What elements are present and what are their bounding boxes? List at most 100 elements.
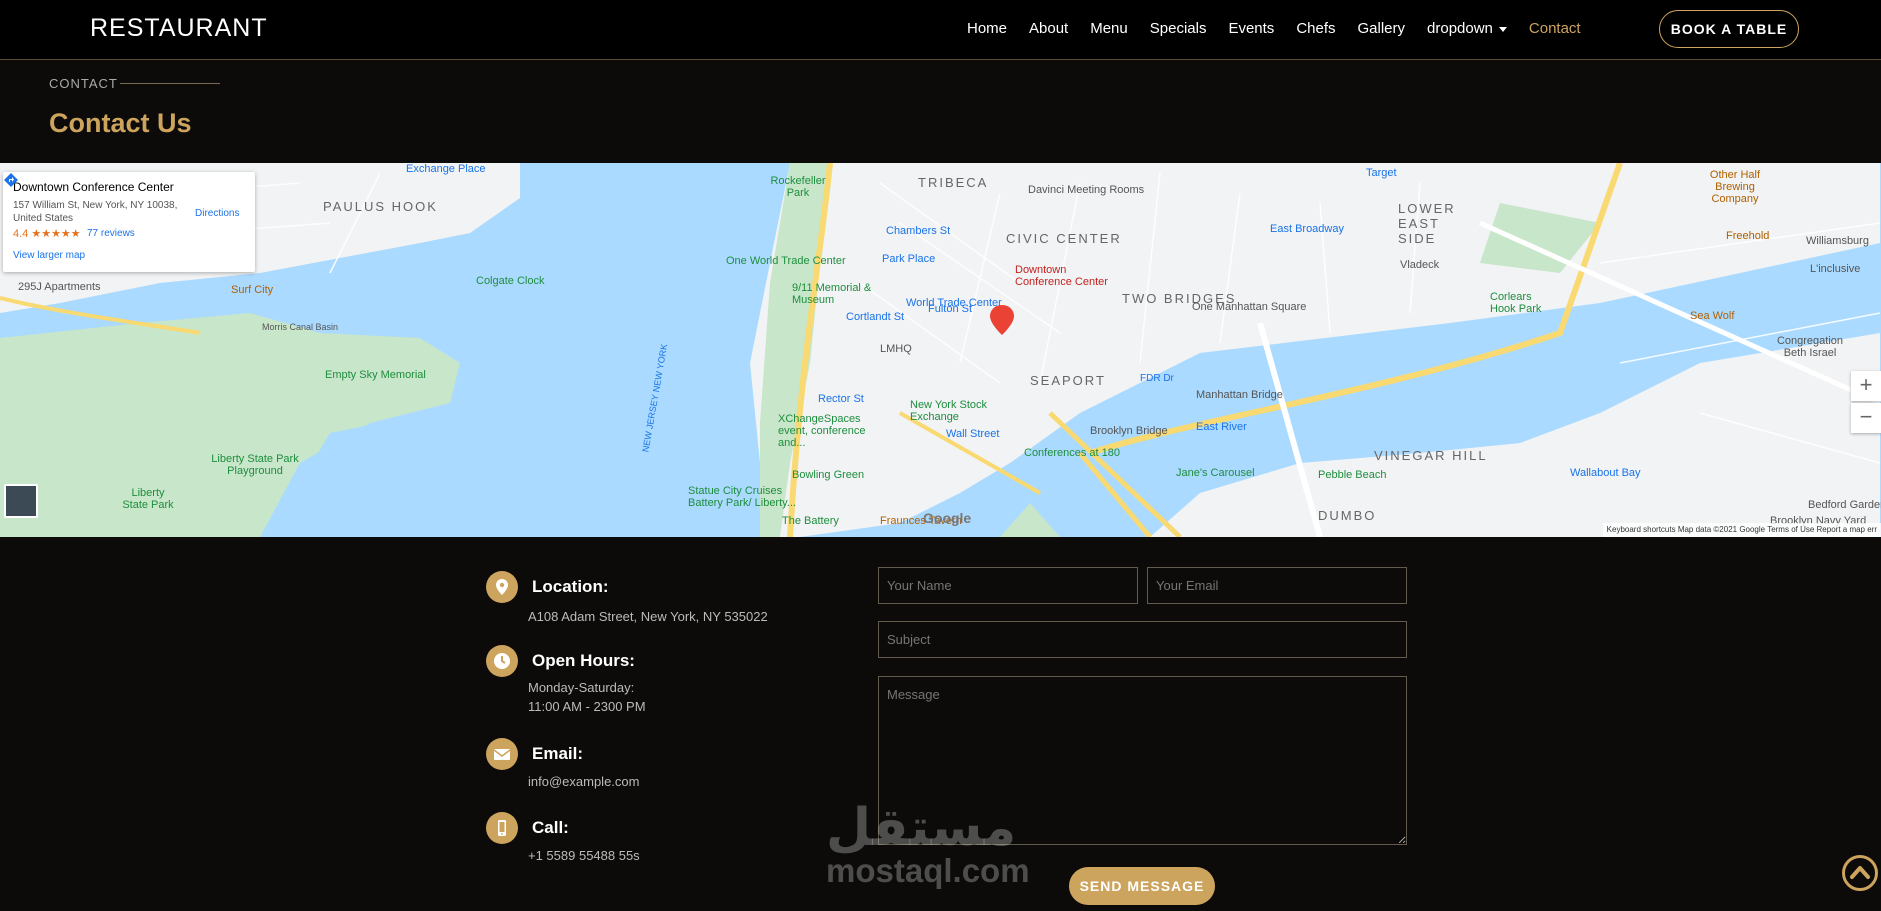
map-label-williamsburg: Williamsburg xyxy=(1806,235,1869,247)
nav-dropdown-label: dropdown xyxy=(1427,20,1493,37)
nav-home[interactable]: Home xyxy=(967,20,1007,37)
watermark-english: mostaql.com xyxy=(826,852,1030,889)
map-label-corlears: Corlears Hook Park xyxy=(1490,291,1542,315)
map-label-sea-wolf: Sea Wolf xyxy=(1690,310,1735,322)
map-label-memorial: 9/11 Memorial & Museum xyxy=(792,282,872,306)
name-input[interactable] xyxy=(878,567,1138,604)
nav-chefs[interactable]: Chefs xyxy=(1296,20,1335,37)
map-place-card: Downtown Conference Center 157 William S… xyxy=(3,172,255,272)
map-marker-label: Downtown Conference Center xyxy=(1015,264,1108,288)
map-label-rector: Rector St xyxy=(818,393,864,405)
map-label-manhattan-bridge: Manhattan Bridge xyxy=(1196,389,1283,401)
map-label-one-manhattan: One Manhattan Square xyxy=(1192,301,1307,313)
breadcrumb: CONTACT xyxy=(49,76,118,91)
nav-about[interactable]: About xyxy=(1029,20,1068,37)
map-label-xchange: XChangeSpaces event, conference and... xyxy=(778,413,866,449)
subject-input[interactable] xyxy=(878,621,1407,658)
nav-specials[interactable]: Specials xyxy=(1150,20,1207,37)
send-message-button[interactable]: SEND MESSAGE xyxy=(1069,867,1215,905)
place-rating: 4.4 ★★★★★ xyxy=(13,228,81,240)
hours-title: Open Hours: xyxy=(532,651,635,670)
map-label-lower-east-side: LOWER EAST SIDE xyxy=(1398,201,1456,246)
map-base xyxy=(0,163,1881,537)
map-label-tribeca: TRIBECA xyxy=(918,175,989,190)
map-label-lmhq: LMHQ xyxy=(880,343,912,355)
google-map[interactable]: PAULUS HOOK TRIBECA CIVIC CENTER LOWER E… xyxy=(0,163,1881,537)
map-label-other-half: Other Half Brewing Company xyxy=(1709,169,1761,205)
breadcrumb-divider xyxy=(120,83,220,84)
caret-down-icon xyxy=(1498,26,1507,32)
email-text[interactable]: info@example.com xyxy=(528,772,639,791)
map-label-liberty-playground: Liberty State Park Playground xyxy=(211,453,299,477)
satellite-toggle[interactable] xyxy=(4,484,38,518)
map-label-one-wtc: One World Trade Center xyxy=(726,255,846,267)
map-label-statue: Statue City Cruises Battery Park/ Libert… xyxy=(688,485,797,509)
nav-dropdown[interactable]: dropdown xyxy=(1427,20,1507,37)
zoom-in-button[interactable]: + xyxy=(1851,371,1881,401)
map-label-morris-canal: Morris Canal Basin xyxy=(262,322,339,332)
google-logo: Google xyxy=(923,510,972,526)
map-label-empty-sky: Empty Sky Memorial xyxy=(325,369,426,381)
book-a-table-button[interactable]: BOOK A TABLE xyxy=(1659,10,1799,48)
back-to-top-button[interactable] xyxy=(1842,855,1878,891)
envelope-icon xyxy=(486,738,518,770)
place-name: Downtown Conference Center xyxy=(13,180,174,194)
map-label-davinci: Davinci Meeting Rooms xyxy=(1028,184,1145,196)
brand-logo[interactable]: RESTAURANT xyxy=(90,14,268,43)
map-label-brooklyn-bridge: Brooklyn Bridge xyxy=(1090,425,1168,437)
map-label-l-inclusive: L'inclusive xyxy=(1810,263,1861,275)
hours-days: Monday-Saturday: xyxy=(528,680,635,695)
main-nav: Home About Menu Specials Events Chefs Ga… xyxy=(967,20,1603,37)
nav-contact[interactable]: Contact xyxy=(1529,20,1581,37)
map-label-target: Target xyxy=(1366,167,1397,179)
phone-icon xyxy=(486,812,518,844)
location-text: A108 Adam Street, New York, NY 535022 xyxy=(528,609,768,624)
clock-icon xyxy=(486,645,518,677)
directions-link[interactable]: Directions xyxy=(195,208,239,219)
email-title: Email: xyxy=(532,744,584,763)
map-pin-icon xyxy=(486,571,518,603)
map-label-seaport: SEAPORT xyxy=(1030,373,1106,388)
site-header: RESTAURANT Home About Menu Specials Even… xyxy=(0,0,1881,60)
nav-events[interactable]: Events xyxy=(1228,20,1274,37)
nav-gallery[interactable]: Gallery xyxy=(1358,20,1406,37)
map-label-bowling: Bowling Green xyxy=(792,469,865,481)
location-title: Location: xyxy=(532,577,609,596)
map-label-fulton: Fulton St xyxy=(928,303,973,315)
map-label-east-river: East River xyxy=(1196,421,1247,433)
map-label-bedford: Bedford Gardens xyxy=(1808,499,1881,511)
map-label-liberty-park: Liberty State Park xyxy=(122,487,174,511)
nav-menu[interactable]: Menu xyxy=(1090,20,1128,37)
chevron-up-icon xyxy=(1850,866,1870,879)
map-label-congregation: Congregation Beth Israel xyxy=(1776,335,1844,359)
map-label-conferences: Conferences at 180 xyxy=(1024,447,1121,459)
hours-time: 11:00 AM - 2300 PM xyxy=(528,699,646,714)
map-label-vladeck: Vladeck xyxy=(1400,259,1440,271)
view-larger-map-link[interactable]: View larger map xyxy=(13,250,85,261)
map-label-east-broadway: East Broadway xyxy=(1270,223,1344,235)
place-address: 157 William St, New York, NY 10038, Unit… xyxy=(13,200,178,224)
directions-icon[interactable] xyxy=(3,172,19,188)
map-label-vinegar-hill: VINEGAR HILL xyxy=(1374,448,1488,463)
map-label-surf-city: Surf City xyxy=(231,284,274,296)
map-label-park-place: Park Place xyxy=(882,253,936,265)
map-label-janes: Jane's Carousel xyxy=(1176,467,1255,479)
map-label-battery: The Battery xyxy=(782,515,839,527)
map-label-civic-center: CIVIC CENTER xyxy=(1006,231,1122,246)
map-label-fdr: FDR Dr xyxy=(1140,373,1174,384)
call-text[interactable]: +1 5589 55488 55s xyxy=(528,846,640,865)
map-label-chambers: Chambers St xyxy=(886,225,951,237)
map-label-dumbo: DUMBO xyxy=(1318,508,1377,523)
map-label-nyse: New York Stock Exchange xyxy=(910,399,988,423)
map-label-paulus-hook: PAULUS HOOK xyxy=(323,199,438,214)
map-label-apartments: 295J Apartments xyxy=(18,281,101,293)
zoom-out-button[interactable]: − xyxy=(1851,403,1881,433)
watermark-arabic: مستقل xyxy=(826,799,1017,857)
map-label-cortlandt: Cortlandt St xyxy=(846,311,905,323)
page-title: Contact Us xyxy=(49,108,192,138)
map-footer[interactable]: Keyboard shortcuts Map data ©2021 Google… xyxy=(1602,523,1881,537)
call-title: Call: xyxy=(532,818,569,837)
email-input[interactable] xyxy=(1147,567,1407,604)
map-label-freehold: Freehold xyxy=(1726,230,1770,242)
place-reviews-link[interactable]: 77 reviews xyxy=(87,228,135,239)
